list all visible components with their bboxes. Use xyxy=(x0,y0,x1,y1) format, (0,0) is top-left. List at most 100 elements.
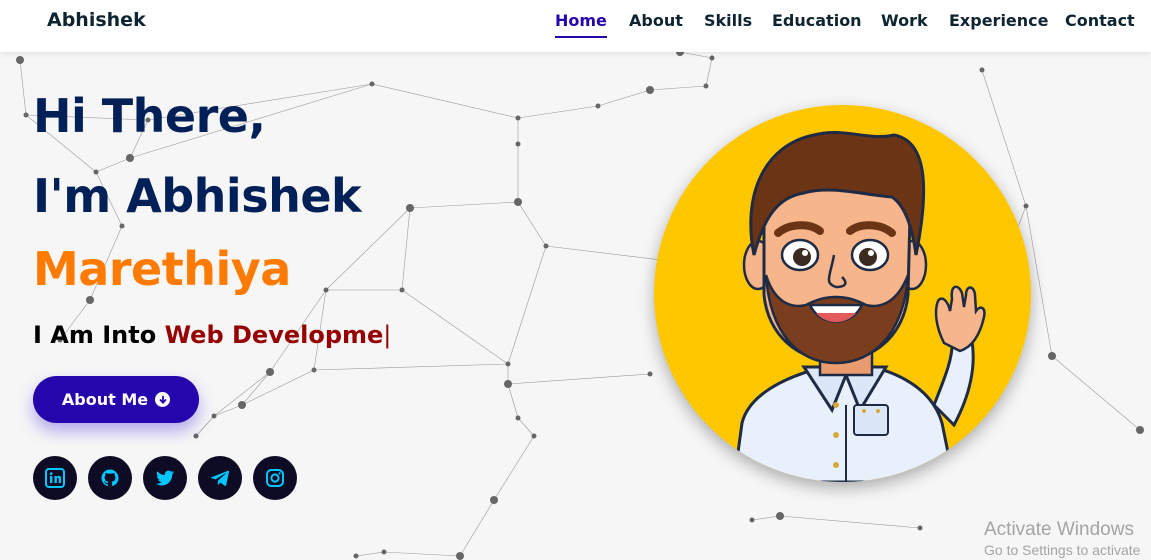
nav-education-link[interactable]: Education xyxy=(772,11,862,36)
network-node xyxy=(505,361,511,367)
network-node xyxy=(211,413,217,419)
network-node xyxy=(703,83,709,89)
network-node xyxy=(490,496,498,504)
network-line xyxy=(313,363,509,371)
network-line xyxy=(371,83,519,119)
hero-greeting: Hi There, xyxy=(33,89,266,143)
watermark-title: Activate Windows xyxy=(984,519,1134,540)
network-node xyxy=(266,368,274,376)
nav-work-link[interactable]: Work xyxy=(881,11,928,36)
hero-intro: I'm Abhishek xyxy=(33,169,362,223)
network-line xyxy=(1051,355,1141,431)
github-link[interactable] xyxy=(88,456,132,500)
network-line xyxy=(401,289,509,365)
top-navbar: Abhishek Home About Skills Education Wor… xyxy=(0,0,1151,52)
network-line xyxy=(241,369,315,406)
network-node xyxy=(515,141,521,147)
arrow-down-circle-icon xyxy=(155,392,171,407)
network-node xyxy=(515,415,521,421)
linkedin-link[interactable] xyxy=(33,456,77,500)
hero-surname: Marethiya xyxy=(33,242,291,296)
network-line xyxy=(459,499,495,557)
network-line xyxy=(355,551,385,557)
typing-cursor: | xyxy=(383,321,392,349)
network-node xyxy=(353,553,359,559)
network-node xyxy=(1136,426,1144,434)
instagram-link[interactable] xyxy=(253,456,297,500)
network-node xyxy=(531,433,537,439)
network-line xyxy=(401,207,411,291)
about-me-label: About Me xyxy=(61,390,149,409)
typing-text: Web Developme xyxy=(164,321,384,349)
network-line xyxy=(19,59,27,116)
network-line xyxy=(409,201,519,209)
nav-skills-link[interactable]: Skills xyxy=(704,11,752,36)
network-node xyxy=(646,86,654,94)
network-node xyxy=(595,103,601,109)
activate-windows-watermark: Activate Windows Go to Settings to activ… xyxy=(984,519,1140,558)
network-node xyxy=(311,367,317,373)
cartoon-avatar-image xyxy=(732,131,986,482)
network-node xyxy=(1048,352,1056,360)
nav-experience-link[interactable]: Experience xyxy=(949,11,1049,36)
nav-contact-link[interactable]: Contact xyxy=(1065,11,1135,36)
network-line xyxy=(679,51,713,59)
network-line xyxy=(383,551,461,557)
network-line xyxy=(507,383,519,419)
github-icon xyxy=(101,469,119,487)
twitter-link[interactable] xyxy=(143,456,187,500)
telegram-link[interactable] xyxy=(198,456,242,500)
network-node xyxy=(323,287,329,293)
network-node xyxy=(119,223,125,229)
network-line xyxy=(507,373,651,385)
nav-about-link[interactable]: About xyxy=(629,11,683,36)
network-line xyxy=(493,435,535,501)
network-node xyxy=(193,433,199,439)
network-line xyxy=(507,245,547,365)
network-line xyxy=(705,57,713,87)
network-node xyxy=(456,552,464,560)
network-line xyxy=(517,417,535,437)
network-node xyxy=(399,287,405,293)
network-node xyxy=(709,55,715,61)
watermark-subtitle: Go to Settings to activate xyxy=(984,542,1141,558)
telegram-icon xyxy=(210,470,230,486)
linkedin-icon xyxy=(45,468,65,488)
profile-avatar xyxy=(654,105,1031,482)
network-node xyxy=(16,56,24,64)
network-line xyxy=(213,371,271,417)
network-node xyxy=(776,512,784,520)
network-node xyxy=(406,204,414,212)
network-node xyxy=(514,198,522,206)
twitter-icon xyxy=(156,470,174,486)
network-line xyxy=(649,85,707,91)
network-node xyxy=(515,115,521,121)
network-node xyxy=(381,549,387,555)
network-line xyxy=(195,415,215,437)
about-me-button[interactable]: About Me xyxy=(33,376,199,423)
network-node xyxy=(749,517,755,523)
typing-line: I Am Into Web Developme| xyxy=(33,321,391,349)
network-node xyxy=(23,112,29,118)
network-node xyxy=(979,67,985,73)
network-node xyxy=(369,81,375,87)
network-node xyxy=(126,154,134,162)
network-node xyxy=(647,371,653,377)
instagram-icon xyxy=(266,469,284,487)
network-line xyxy=(241,371,271,406)
network-node xyxy=(1023,203,1029,209)
network-line xyxy=(517,201,547,247)
network-node xyxy=(238,401,246,409)
nav-home-link[interactable]: Home xyxy=(555,11,607,38)
typing-prefix: I Am Into xyxy=(33,321,165,349)
network-line xyxy=(597,89,651,107)
network-line xyxy=(779,515,921,529)
network-node xyxy=(543,243,549,249)
network-line xyxy=(517,105,599,119)
main-nav: Home About Skills Education Work Experie… xyxy=(0,11,1151,41)
network-node xyxy=(504,380,512,388)
network-node xyxy=(917,525,923,531)
network-line xyxy=(213,404,243,417)
network-line xyxy=(751,515,781,521)
network-node xyxy=(86,296,94,304)
